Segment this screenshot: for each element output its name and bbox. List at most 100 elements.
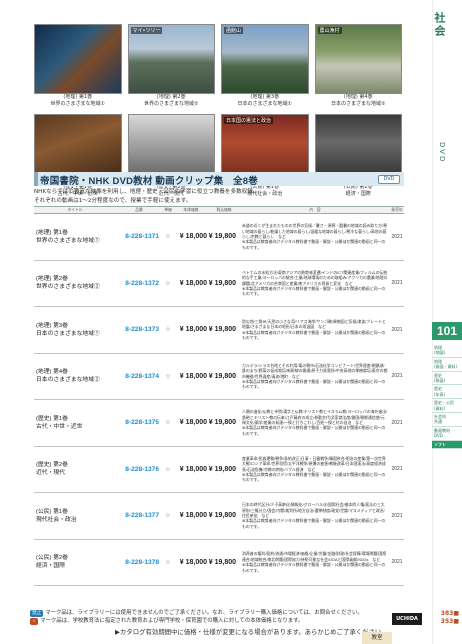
product-price: ¥ 18,000 <box>174 353 208 400</box>
column-header: 品番 <box>116 206 162 214</box>
product-description: 人類の進化/仏教と寺院/漢字と仏教/キリスト教とイスラム教/ヨーロッパの海外進出… <box>240 399 390 447</box>
thumbnail-caption: (地理) 第2巻 世界のさまざまな地域② <box>144 94 199 107</box>
sidebar-index-item[interactable]: 地理 (地図) <box>432 344 462 358</box>
product-description: 赤道の近くが生まれたものの世界の気候／暑さ・過寒・酷暑の地域の読み取り方/寒い地… <box>240 213 390 261</box>
column-header: タイトル <box>34 206 116 214</box>
table-header-row: タイトル 品番 単価 本体価格 税込価格 内 容 発売年 <box>34 206 404 214</box>
product-mark: ☆ <box>162 353 174 400</box>
product-price-tax: ¥ 19,800 <box>208 446 240 493</box>
thumbnail-image: 函館山 <box>221 24 309 94</box>
price-warning: ▶カタログ有効期間中に価格・仕様が変更になる場合があります。あらかじめご了承くだ… <box>115 628 388 636</box>
footnote-badge: ☆ <box>30 618 39 625</box>
product-mark: ☆ <box>162 539 174 586</box>
section-title: 帝国書院・NHK DVD教材 動画クリップ集 全8巻 <box>40 176 258 187</box>
dvd-badge: DVD <box>378 175 400 184</box>
product-code: 8-228-1373 <box>116 306 162 354</box>
product-title: (公民) 第1巻 現代社会・政治 <box>34 492 116 540</box>
product-price-tax: ¥ 19,800 <box>208 213 240 261</box>
product-year: 2021 <box>390 492 404 540</box>
maker-logo: UCHIDA <box>392 613 422 625</box>
product-price: ¥ 18,000 <box>174 399 208 447</box>
table-row: (地理) 第4巻 日本のさまざまな地域② 8-228-1374 ☆ ¥ 18,000 ¥… <box>34 353 404 400</box>
sidebar-category: 社会 <box>433 12 446 38</box>
product-description: 防災地/三角州/天然の小さな湾/リアス海岸/サンゴ礁/果樹園と気候/津波/プレー… <box>240 306 390 354</box>
sidebar-page-refs: 383■ 353■ <box>440 610 459 625</box>
product-year: 2021 <box>390 399 404 447</box>
product-table: タイトル 品番 単価 本体価格 税込価格 内 容 発売年 (地理) 第1巻 世界… <box>34 206 404 586</box>
product-title: (歴史) 第1巻 古代・中世・近世 <box>34 399 116 447</box>
product-price-tax: ¥ 19,800 <box>208 539 240 586</box>
product-price-tax: ¥ 19,800 <box>208 399 240 447</box>
footnote-2: ☆ マーク品は、学校教育法に指定された教育および専門学校・保育園での購入に対しての… <box>30 618 303 625</box>
product-year: 2021 <box>390 260 404 307</box>
sidebar-index-item[interactable]: 地理 (掛図・資料) <box>432 358 462 372</box>
product-mark: ☆ <box>162 446 174 493</box>
footnote-badge: 禁止 <box>30 610 44 617</box>
column-header: 本体価格 <box>174 206 208 214</box>
product-title: (地理) 第4巻 日本のさまざまな地域② <box>34 353 116 400</box>
table-row: (公民) 第2巻 経済・国際 8-228-1378 ☆ ¥ 18,000 ¥ 19,80… <box>34 539 404 586</box>
thumbnail-caption: (地理) 第4巻 日本のさまざまな地域② <box>331 94 386 107</box>
product-price: ¥ 18,000 <box>174 446 208 493</box>
product-title: (地理) 第3巻 日本のさまざまな地域① <box>34 306 116 354</box>
sidebar-section: DVD <box>438 142 446 164</box>
column-header: 発売年 <box>390 206 404 214</box>
product-description: カルデラ/シラス台地とその利用/竜の朝市/石油化学コンビナート/世界遺産/閉鎖湖… <box>240 353 390 400</box>
product-price: ¥ 18,000 <box>174 539 208 586</box>
product-year: 2021 <box>390 213 404 261</box>
product-price-tax: ¥ 19,800 <box>208 260 240 307</box>
thumbnail-tag: 函館山 <box>224 27 244 34</box>
thumbnail-image: マイ•ツリー <box>127 24 215 94</box>
thumbnail-tag: 日本国の憲法と政治 <box>224 117 274 124</box>
table-row: (地理) 第1巻 世界のさまざまな地域① 8-228-1371 ☆ ¥ 18,000 ¥… <box>34 213 404 261</box>
product-title: (地理) 第2巻 世界のさまざまな地域② <box>34 260 116 307</box>
footnote-1: 禁止 マーク品は、ライブラリーには使用できませんのでご了承ください。なお、ライブラ… <box>30 610 363 617</box>
sidebar-index-item[interactable]: 動画教材 DVD <box>432 427 462 441</box>
thumbnail-caption: (地理) 第3巻 日本のさまざまな地域① <box>237 94 292 107</box>
product-price-tax: ¥ 19,800 <box>208 492 240 540</box>
product-year: 2021 <box>390 353 404 400</box>
sidebar-index-item[interactable]: 社会科 共通 <box>432 413 462 427</box>
product-price: ¥ 18,000 <box>174 306 208 354</box>
product-code: 8-228-1376 <box>116 446 162 493</box>
product-year: 2021 <box>390 539 404 586</box>
footnote-text: マーク品は、ライブラリーには使用できませんのでご了承ください。なお、ライブラリー… <box>45 610 363 616</box>
product-price-tax: ¥ 19,800 <box>208 306 240 354</box>
table-row: (公民) 第1巻 現代社会・政治 8-228-1377 ☆ ¥ 18,000 ¥ 19,… <box>34 492 404 540</box>
product-price: ¥ 18,000 <box>174 213 208 261</box>
product-year: 2021 <box>390 446 404 493</box>
product-code: 8-228-1372 <box>116 260 162 307</box>
sidebar-index-item[interactable]: 歴史・公民 (資料) <box>432 399 462 414</box>
table-row: (歴史) 第2巻 近代・現代 8-228-1376 ☆ ¥ 18,000 ¥ 19,80… <box>34 446 404 493</box>
thumbnail-image: 農山漁村 <box>314 24 402 94</box>
product-description: 産業革命/民族運動/戦争/条約改正/日清・日露戦争/韓国併合/明治の産業/第一次… <box>240 446 390 493</box>
sidebar-index-item[interactable]: 歴史 (掛図) <box>432 372 462 386</box>
product-price: ¥ 18,000 <box>174 492 208 540</box>
product-mark: ☆ <box>162 399 174 447</box>
product-code: 8-228-1371 <box>116 213 162 261</box>
product-code: 8-228-1374 <box>116 353 162 400</box>
table-row: (地理) 第3巻 日本のさまざまな地域① 8-228-1373 ☆ ¥ 18,000 ¥… <box>34 306 404 354</box>
table-row: (地理) 第2巻 世界のさまざまな地域② 8-228-1372 ☆ ¥ 18,000 ¥… <box>34 260 404 307</box>
thumbnail-tag: 農山漁村 <box>317 27 342 34</box>
product-description: 日本の時代区分/少子高齢化/情報化/グローバル化/国際社会/基本的人権/憲法の三… <box>240 492 390 540</box>
column-header: 内 容 <box>240 206 390 214</box>
thumbnail-tag: マイ•ツリー <box>130 27 163 34</box>
product-title: (地理) 第1巻 世界のさまざまな地域① <box>34 213 116 261</box>
product-description: ベトナムの水処方法/東南アジアの熱帯林変遷/インドのICT関連産業/フィルムの伝… <box>240 260 390 307</box>
column-header: 税込価格 <box>208 206 240 214</box>
product-code: 8-228-1375 <box>116 399 162 447</box>
product-description: 消費者の権利/契約/流通/市場経済/価格/企業/労働/金融/財政/社会保障/環境… <box>240 539 390 586</box>
footnote-text: マーク品は、学校教育法に指定された教育および専門学校・保育園での購入に対しての本… <box>40 618 304 624</box>
product-mark: ☆ <box>162 306 174 354</box>
sidebar-index: 地理 (地図) 地理 (掛図・資料) 歴史 (掛図) 歴史 (年表) 歴史・公民 (資料… <box>432 344 462 450</box>
product-year: 2021 <box>390 306 404 354</box>
thumbnail-image <box>34 24 122 94</box>
page-number: 101 <box>432 322 462 340</box>
product-price: ¥ 18,000 <box>174 260 208 307</box>
bottom-tab[interactable]: 教室 <box>362 632 392 644</box>
sidebar-index-item[interactable]: ソフト <box>432 440 462 450</box>
table-row: (歴史) 第1巻 古代・中世・近世 8-228-1375 ☆ ¥ 18,000 ¥ 19… <box>34 399 404 447</box>
sidebar-index-item[interactable]: 歴史 (年表) <box>432 385 462 400</box>
product-mark: ☆ <box>162 213 174 261</box>
